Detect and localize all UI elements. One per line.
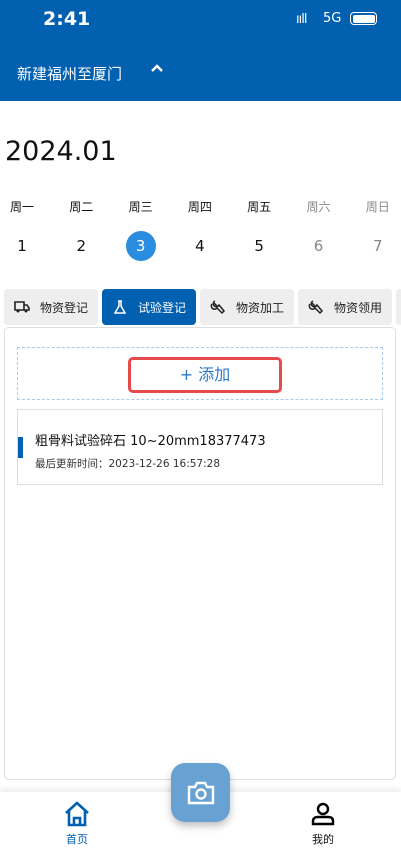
tab-bar: 物资登记 试验登记 物资加工 物资领用: [4, 289, 401, 325]
item-updated: 最后更新时间：2023-12-26 16:57:28: [35, 458, 221, 470]
add-button[interactable]: + 添加: [128, 357, 282, 393]
home-icon: [65, 801, 89, 827]
wrench-icon: [308, 300, 324, 315]
weekday-label: 周四: [187, 200, 212, 214]
item-title: 粗骨料试验碎石 10~20mm18377473: [35, 434, 266, 449]
camera-icon: [187, 781, 214, 804]
header: 2:41 ııll 5G 新建福州至厦门: [0, 0, 401, 101]
tab-1[interactable]: 物资登记: [4, 289, 99, 325]
truck-icon: [14, 301, 30, 313]
tab-label: 物资领用: [334, 300, 383, 315]
tab-label: 物资加工: [236, 300, 285, 315]
tab-5[interactable]: [396, 289, 401, 325]
weekday-label: 周二: [69, 200, 94, 214]
weekday-label: 周五: [247, 200, 272, 214]
day[interactable]: 5: [244, 231, 274, 261]
status-time: 2:41: [43, 8, 91, 30]
item-indicator: [18, 437, 23, 458]
nav-home-label: 首页: [66, 833, 88, 846]
tab-label: 物资登记: [40, 300, 89, 315]
weekday-label: 周日: [365, 200, 390, 214]
battery-icon: [350, 12, 377, 25]
month-title: 2024.01: [5, 136, 117, 167]
signal-icon: ııll: [296, 12, 307, 27]
network-label: 5G: [323, 11, 342, 26]
chevron-up-icon[interactable]: [150, 60, 164, 79]
nav-home[interactable]: 首页: [52, 800, 102, 847]
day[interactable]: 7: [363, 231, 393, 261]
day-selected[interactable]: 3: [125, 231, 156, 261]
project-title[interactable]: 新建福州至厦门: [17, 63, 122, 84]
tab-label: 试验登记: [138, 300, 187, 315]
tab-4[interactable]: 物资领用: [298, 289, 393, 325]
day[interactable]: 4: [185, 231, 215, 261]
weekday-label: 周三: [128, 200, 153, 214]
user-icon: [311, 802, 335, 826]
weekday-label: 周一: [9, 200, 34, 214]
weekday-label: 周六: [306, 200, 331, 214]
tab-3[interactable]: 物资加工: [200, 289, 295, 325]
nav-mine[interactable]: 我的: [298, 800, 348, 847]
list-item[interactable]: 粗骨料试验碎石 10~20mm18377473 最后更新时间：2023-12-2…: [17, 409, 383, 485]
wrench-icon: [210, 300, 226, 315]
tab-2[interactable]: 试验登记: [102, 289, 197, 325]
camera-button[interactable]: [171, 763, 230, 822]
day[interactable]: 2: [66, 231, 96, 261]
day[interactable]: 6: [304, 231, 334, 261]
flask-icon: [113, 300, 127, 314]
day[interactable]: 1: [7, 231, 37, 261]
nav-mine-label: 我的: [312, 833, 334, 846]
